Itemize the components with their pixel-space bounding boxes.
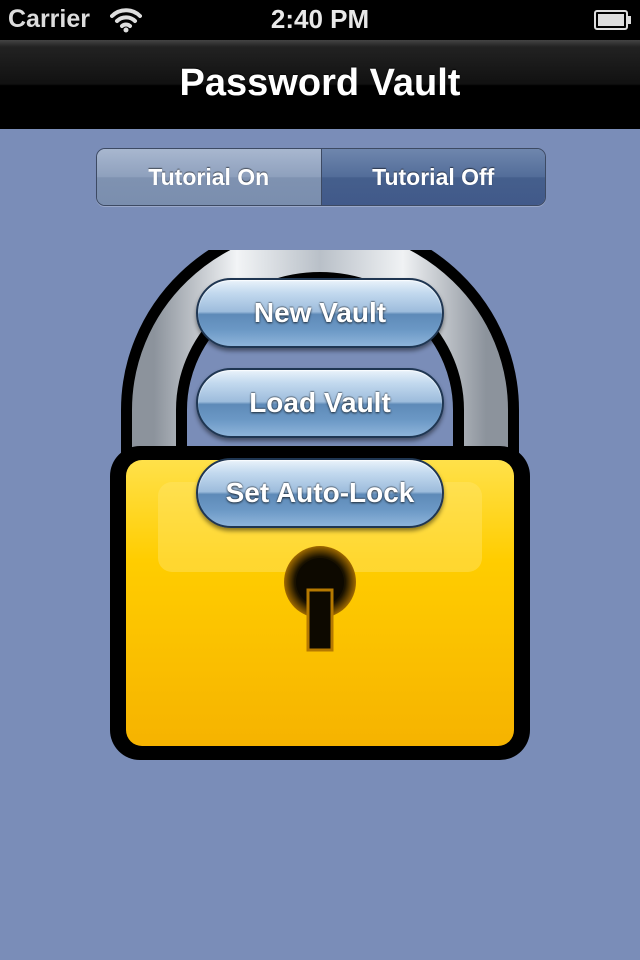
page-title: Password Vault [179,62,461,104]
tutorial-segmented-control: Tutorial On Tutorial Off [96,148,546,206]
set-auto-lock-button[interactable]: Set Auto-Lock [196,458,444,528]
load-vault-button[interactable]: Load Vault [196,368,444,438]
status-bar: Carrier 2:40 PM [0,0,640,40]
navigation-bar: Password Vault [0,40,640,129]
tutorial-on-segment[interactable]: Tutorial On [97,149,321,205]
new-vault-button[interactable]: New Vault [196,278,444,348]
status-time: 2:40 PM [270,4,370,34]
tutorial-off-segment[interactable]: Tutorial Off [321,149,545,205]
battery-icon [594,10,631,30]
